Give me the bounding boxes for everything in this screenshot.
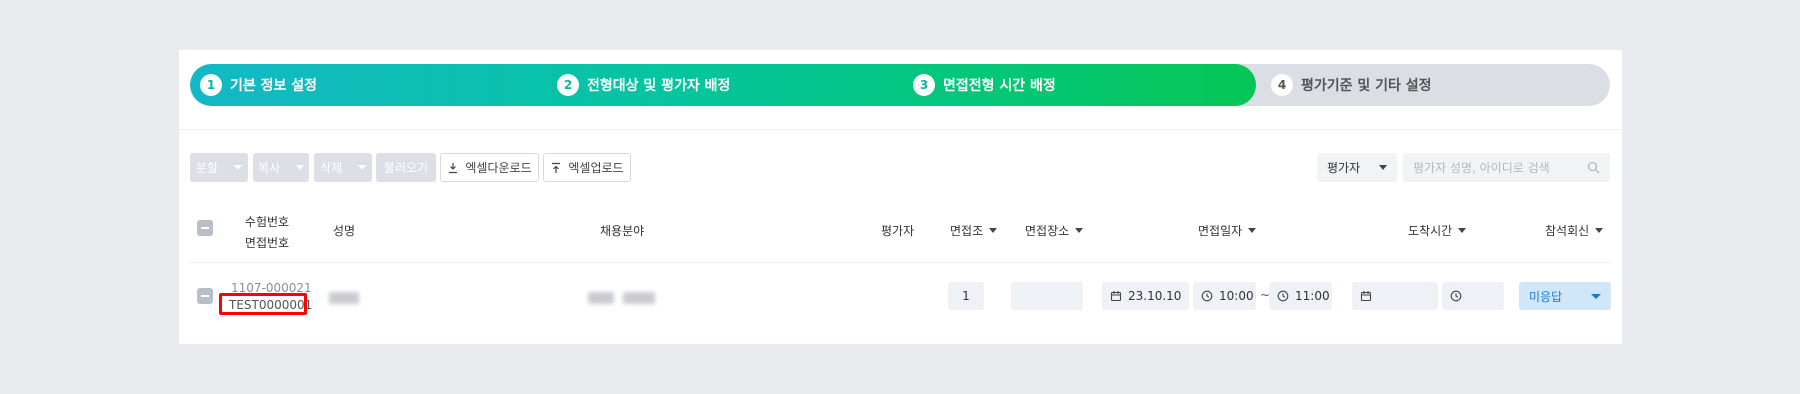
step-number: 3 <box>913 74 935 96</box>
start-time-input[interactable]: 10:00 <box>1193 282 1256 310</box>
chevron-down-icon <box>234 165 243 170</box>
import-label: 불러오기 <box>383 161 429 175</box>
sort-icon <box>989 228 998 233</box>
excel-download-button[interactable]: 엑셀다운로드 <box>440 153 539 182</box>
header-date-label: 면접일자 <box>1198 224 1243 238</box>
chevron-down-icon <box>1379 165 1387 170</box>
date-value: 23.10.10 <box>1128 289 1182 303</box>
step-number: 1 <box>200 74 222 96</box>
group-input[interactable]: 1 <box>948 282 984 310</box>
start-time-value: 10:00 <box>1219 289 1254 303</box>
filter-select-value: 평가자 <box>1327 161 1361 175</box>
header-arrival[interactable]: 도착시간 <box>1408 222 1467 239</box>
excel-upload-button[interactable]: 엑셀업로드 <box>543 153 631 182</box>
step-label: 기본 정보 설정 <box>230 78 318 94</box>
header-interview-number: 면접번호 <box>244 236 290 250</box>
header-date[interactable]: 면접일자 <box>1198 222 1257 239</box>
header-evaluator: 평가자 <box>881 222 914 239</box>
arrival-date-input[interactable] <box>1352 282 1438 310</box>
search-input[interactable]: 평가자 성명, 아이디로 검색 <box>1403 153 1610 182</box>
delete-label: 삭제 <box>319 161 343 175</box>
clock-icon <box>1450 290 1462 302</box>
header-attendance[interactable]: 참석회신 <box>1545 222 1604 239</box>
end-time-input[interactable]: 11:00 <box>1269 282 1332 310</box>
chevron-down-icon <box>296 165 305 170</box>
copy-label: 복사 <box>257 161 281 175</box>
sort-icon <box>1248 228 1257 233</box>
split-label: 분할 <box>195 161 219 175</box>
header-exam-interview-number: 수험번호 면접번호 <box>243 213 291 251</box>
header-evaluator-label: 평가자 <box>881 224 915 238</box>
search-placeholder: 평가자 성명, 아이디로 검색 <box>1413 161 1550 175</box>
step-label: 평가기준 및 기타 설정 <box>1301 78 1432 94</box>
section-divider <box>179 129 1622 130</box>
upload-icon <box>552 162 561 173</box>
header-attendance-label: 참석회신 <box>1545 224 1590 238</box>
header-arrival-label: 도착시간 <box>1408 224 1453 238</box>
clock-icon <box>1277 290 1289 302</box>
date-input[interactable]: 23.10.10 <box>1102 282 1189 310</box>
field-redacted <box>623 292 655 304</box>
header-group-label: 면접조 <box>950 224 984 238</box>
excel-download-label: 엑셀다운로드 <box>465 161 532 175</box>
interview-number-highlight <box>219 293 307 315</box>
place-input[interactable] <box>1011 282 1083 310</box>
progress-stepper: 1 기본 정보 설정 2 전형대상 및 평가자 배정 3 면접전형 시간 배정 … <box>190 64 1610 106</box>
step-4[interactable]: 4 평가기준 및 기타 설정 <box>1271 64 1432 106</box>
delete-button[interactable]: 삭제 <box>314 153 372 182</box>
download-icon <box>449 162 458 173</box>
chevron-down-icon <box>358 165 367 170</box>
sort-icon <box>1075 228 1084 233</box>
step-number: 2 <box>557 74 579 96</box>
step-2[interactable]: 2 전형대상 및 평가자 배정 <box>557 64 730 106</box>
interview-schedule-panel: 1 기본 정보 설정 2 전형대상 및 평가자 배정 3 면접전형 시간 배정 … <box>179 50 1622 344</box>
sort-icon <box>1595 228 1604 233</box>
header-divider <box>190 262 1610 263</box>
copy-button[interactable]: 복사 <box>253 153 309 182</box>
header-name-label: 성명 <box>333 224 356 238</box>
header-place[interactable]: 면접장소 <box>1025 222 1084 239</box>
chevron-down-icon <box>1591 294 1601 299</box>
field-redacted <box>588 292 614 304</box>
step-1[interactable]: 1 기본 정보 설정 <box>200 64 317 106</box>
calendar-icon <box>1110 291 1122 302</box>
filter-select[interactable]: 평가자 <box>1317 153 1397 182</box>
arrival-time-input[interactable] <box>1442 282 1504 310</box>
header-field: 채용분야 <box>600 222 644 239</box>
excel-upload-label: 엑셀업로드 <box>568 161 624 175</box>
end-time-value: 11:00 <box>1295 289 1330 303</box>
select-all-checkbox[interactable] <box>197 220 213 236</box>
step-number: 4 <box>1271 74 1293 96</box>
step-label: 면접전형 시간 배정 <box>943 78 1056 94</box>
name-redacted <box>329 292 359 304</box>
step-label: 전형대상 및 평가자 배정 <box>587 78 731 94</box>
calendar-icon <box>1360 291 1372 302</box>
split-button[interactable]: 분할 <box>190 153 248 182</box>
header-place-label: 면접장소 <box>1025 224 1070 238</box>
header-group[interactable]: 면접조 <box>950 222 998 239</box>
header-exam-number: 수험번호 <box>244 215 290 229</box>
attendance-value: 미응답 <box>1529 289 1563 304</box>
group-value: 1 <box>962 289 970 303</box>
import-button[interactable]: 불러오기 <box>376 153 436 182</box>
clock-icon <box>1201 290 1213 302</box>
sort-icon <box>1458 228 1467 233</box>
attendance-response-select[interactable]: 미응답 <box>1519 282 1611 310</box>
step-3[interactable]: 3 면접전형 시간 배정 <box>913 64 1056 106</box>
header-name: 성명 <box>333 222 355 239</box>
row-checkbox[interactable] <box>197 288 213 304</box>
header-field-label: 채용분야 <box>600 224 645 238</box>
search-icon <box>1587 161 1600 174</box>
